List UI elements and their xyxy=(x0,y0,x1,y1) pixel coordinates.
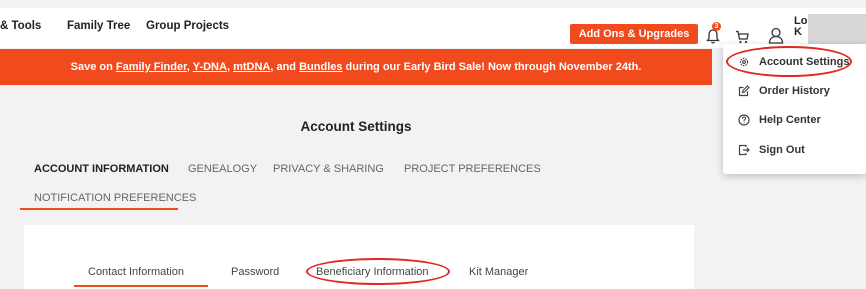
redacted-user-name xyxy=(808,14,866,44)
menu-item-sign-out[interactable]: Sign Out xyxy=(738,144,805,156)
add-ons-upgrades-button[interactable]: Add Ons & Upgrades xyxy=(570,24,698,44)
tab-notification-preferences[interactable]: NOTIFICATION PREFERENCES xyxy=(34,192,196,204)
active-tab-indicator xyxy=(20,208,178,210)
menu-item-order-history[interactable]: Order History xyxy=(738,85,830,97)
tab-account-information[interactable]: ACCOUNT INFORMATION xyxy=(34,163,169,175)
tab-genealogy[interactable]: GENEALOGY xyxy=(188,163,257,175)
promo-text-prefix: Save on xyxy=(70,61,116,73)
user-avatar-icon[interactable] xyxy=(768,27,784,44)
menu-item-label: Sign Out xyxy=(759,144,805,156)
menu-item-account-settings[interactable]: Account Settings xyxy=(738,56,849,68)
notification-badge: 3 xyxy=(712,22,721,31)
promo-link-family-finder[interactable]: Family Finder xyxy=(116,61,187,73)
page-title: Account Settings xyxy=(300,119,412,134)
menu-item-label: Help Center xyxy=(759,114,821,126)
subtab-password[interactable]: Password xyxy=(231,266,279,278)
subtab-contact-information[interactable]: Contact Information xyxy=(88,266,184,278)
menu-item-label: Order History xyxy=(759,85,830,97)
promo-link-mtdna[interactable]: mtDNA xyxy=(233,61,270,73)
account-information-card xyxy=(24,225,694,289)
nav-item-family-tree[interactable]: Family Tree xyxy=(67,20,130,32)
tab-privacy-sharing[interactable]: PRIVACY & SHARING xyxy=(273,163,384,175)
gear-icon xyxy=(739,57,749,67)
cart-icon[interactable] xyxy=(735,30,749,44)
subtab-kit-manager[interactable]: Kit Manager xyxy=(469,266,528,278)
menu-item-help-center[interactable]: Help Center xyxy=(738,114,821,126)
subtab-beneficiary-information[interactable]: Beneficiary Information xyxy=(316,266,429,278)
sign-out-icon xyxy=(738,144,750,156)
promo-separator: , and xyxy=(270,61,300,73)
nav-item-group-projects[interactable]: Group Projects xyxy=(146,20,229,32)
active-subtab-indicator xyxy=(74,285,208,287)
tab-project-preferences[interactable]: PROJECT PREFERENCES xyxy=(404,163,541,175)
promo-link-y-dna[interactable]: Y-DNA xyxy=(193,61,227,73)
edit-icon xyxy=(738,85,750,97)
promo-link-bundles[interactable]: Bundles xyxy=(299,61,342,73)
nav-item-tools[interactable]: & Tools xyxy=(0,20,41,32)
promo-text-suffix: during our Early Bird Sale! Now through … xyxy=(342,61,642,73)
help-icon xyxy=(738,114,750,126)
promo-banner: Save on Family Finder, Y-DNA, mtDNA, and… xyxy=(0,49,712,85)
menu-item-label: Account Settings xyxy=(759,56,850,68)
